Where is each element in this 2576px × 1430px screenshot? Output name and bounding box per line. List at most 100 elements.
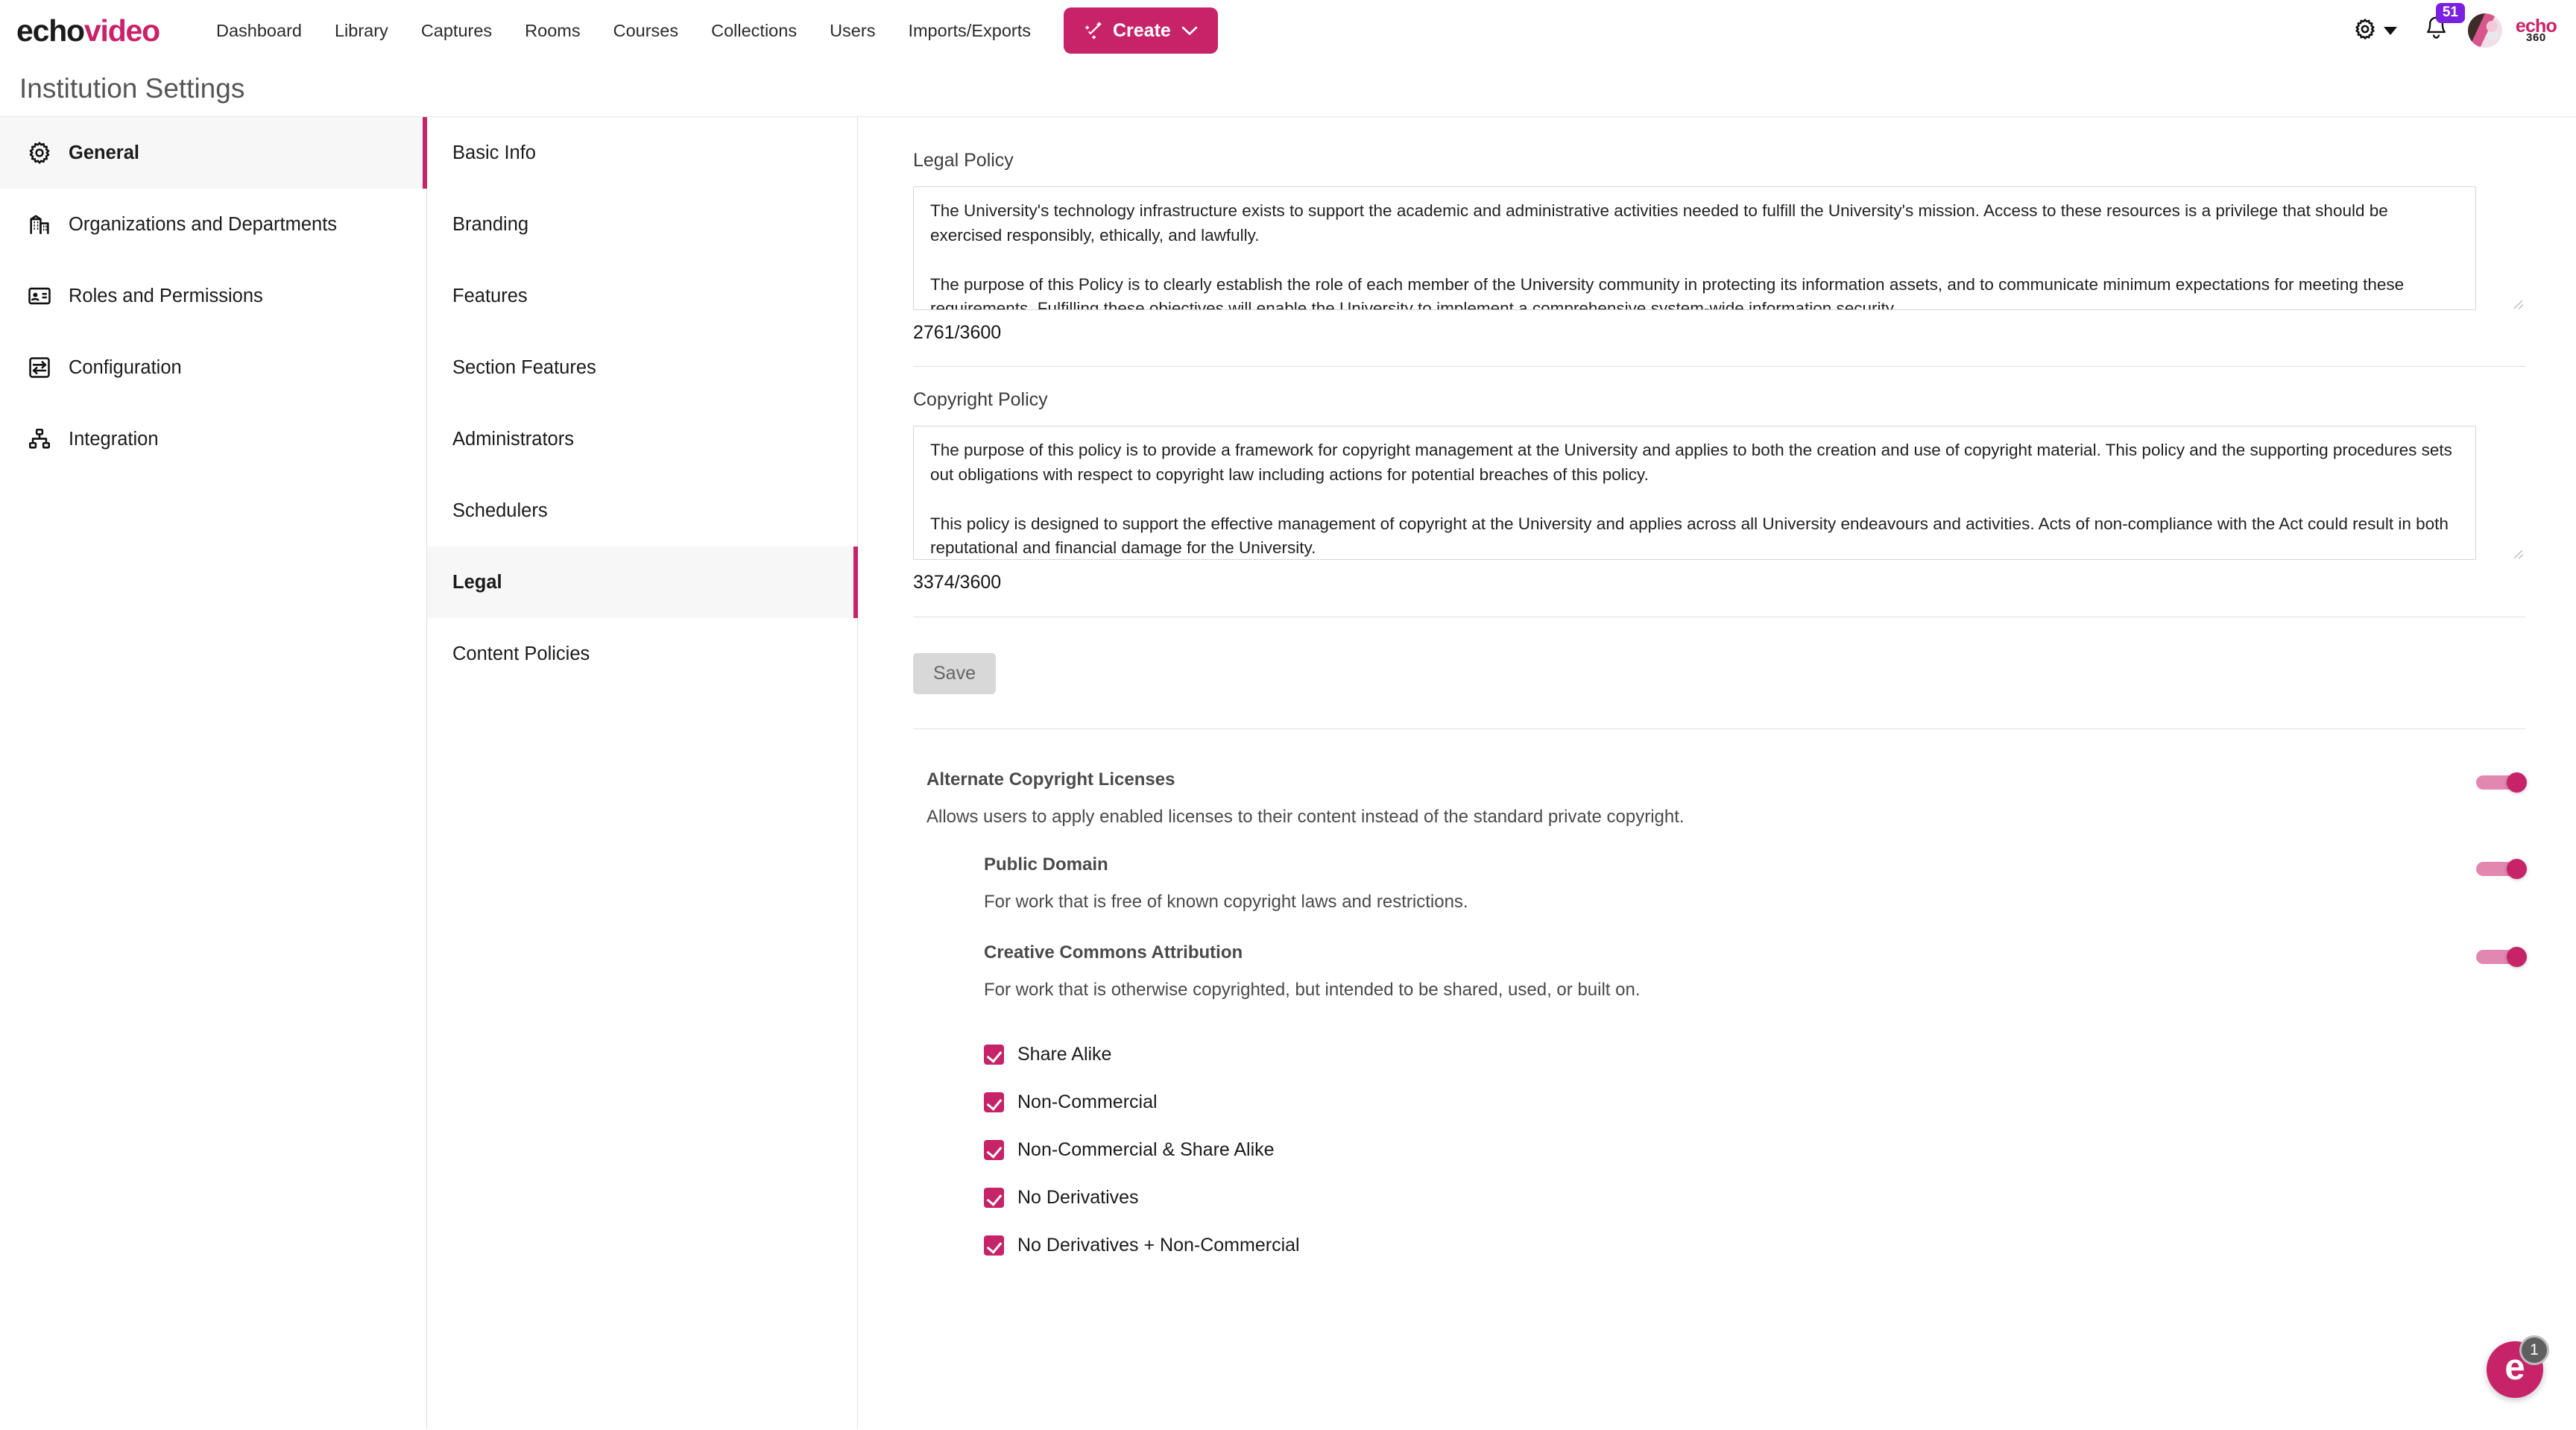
create-button-label: Create bbox=[1113, 19, 1171, 41]
subnav-item-legal[interactable]: Legal bbox=[427, 547, 858, 618]
subnav-item-label: Schedulers bbox=[452, 500, 548, 521]
public-domain-title: Public Domain bbox=[984, 854, 1108, 875]
subnav-item-label: Administrators bbox=[452, 428, 574, 450]
nav-item-users[interactable]: Users bbox=[813, 0, 891, 61]
subnav-item-label: Content Policies bbox=[452, 643, 590, 664]
checkbox-no-derivatives[interactable] bbox=[984, 1187, 1004, 1208]
toggle-thumb bbox=[2507, 859, 2527, 879]
list-item[interactable]: Non-Commercial & Share Alike bbox=[984, 1126, 2527, 1174]
checkbox-share-alike[interactable] bbox=[984, 1044, 1004, 1065]
subnav-item-label: Branding bbox=[452, 213, 529, 235]
resize-handle-icon[interactable] bbox=[2512, 295, 2524, 307]
nav-item-captures[interactable]: Captures bbox=[405, 0, 508, 61]
sidebar-item-organizations-and-departments[interactable]: Organizations and Departments bbox=[0, 189, 426, 260]
sidebar-item-integration[interactable]: Integration bbox=[0, 403, 426, 475]
page-header: Institution Settings bbox=[0, 61, 2576, 117]
toggle-thumb bbox=[2507, 772, 2527, 793]
subnav-item-schedulers[interactable]: Schedulers bbox=[427, 475, 857, 547]
notifications-button[interactable]: 51 bbox=[2405, 3, 2465, 46]
bell-icon bbox=[2424, 16, 2449, 45]
alternate-licenses-description: Allows users to apply enabled licenses t… bbox=[926, 807, 1685, 827]
sidebar-item-label: General bbox=[69, 142, 139, 163]
help-widget-badge: 1 bbox=[2519, 1335, 2549, 1365]
checkbox-label: Share Alike bbox=[1017, 1043, 1112, 1065]
topbar-right-cluster: 51 echo 360 bbox=[2346, 3, 2557, 48]
top-navigation-bar: echovideo Dashboard Library Captures Roo… bbox=[0, 0, 2576, 61]
gear-icon bbox=[2353, 17, 2377, 45]
checkbox-label: No Derivatives bbox=[1017, 1186, 1139, 1208]
sidebar-item-roles-and-permissions[interactable]: Roles and Permissions bbox=[0, 260, 426, 332]
nav-item-collections[interactable]: Collections bbox=[695, 0, 813, 61]
public-domain-texts: Public Domain For work that is free of k… bbox=[913, 854, 1468, 913]
notification-count-badge: 51 bbox=[2435, 3, 2465, 23]
subnav-item-label: Section Features bbox=[452, 356, 596, 378]
nav-item-library[interactable]: Library bbox=[318, 0, 405, 61]
public-domain-row: Public Domain For work that is free of k… bbox=[913, 854, 2527, 913]
legal-policy-label: Legal Policy bbox=[913, 150, 1014, 171]
echovideo-logo[interactable]: echovideo bbox=[16, 13, 160, 48]
public-domain-toggle[interactable] bbox=[2476, 859, 2527, 879]
help-widget-button[interactable]: e 1 bbox=[2487, 1335, 2549, 1398]
sidebar-item-configuration[interactable]: Configuration bbox=[0, 332, 426, 403]
page-title: Institution Settings bbox=[19, 73, 245, 104]
legal-policy-textarea[interactable] bbox=[913, 186, 2476, 310]
subnav-item-label: Legal bbox=[452, 571, 502, 593]
list-item[interactable]: No Derivatives + Non-Commercial bbox=[984, 1221, 2527, 1269]
public-domain-description: For work that is free of known copyright… bbox=[984, 892, 1468, 912]
legal-policy-char-counter: 2761/3600 bbox=[913, 322, 1002, 343]
checkbox-label: Non-Commercial & Share Alike bbox=[1017, 1138, 1275, 1160]
subnav-item-administrators[interactable]: Administrators bbox=[427, 403, 857, 475]
sidebar-item-label: Configuration bbox=[69, 356, 182, 378]
creative-commons-toggle[interactable] bbox=[2476, 947, 2527, 967]
chevron-down-icon bbox=[1181, 25, 1199, 37]
building-icon bbox=[27, 212, 52, 237]
alternate-licenses-toggle[interactable] bbox=[2476, 772, 2527, 793]
checkbox-non-commercial[interactable] bbox=[984, 1092, 1004, 1112]
page-shell: General Organizations and Departments Ro… bbox=[0, 117, 2576, 1429]
settings-menu-button[interactable] bbox=[2346, 17, 2405, 45]
alternate-licenses-texts: Alternate Copyright Licenses Allows user… bbox=[913, 769, 1685, 828]
subnav-item-branding[interactable]: Branding bbox=[427, 189, 857, 260]
subnav-item-content-policies[interactable]: Content Policies bbox=[427, 618, 857, 690]
sidebar-item-general[interactable]: General bbox=[0, 117, 427, 189]
list-item[interactable]: Share Alike bbox=[984, 1030, 2527, 1078]
logo-primary-text: echo bbox=[16, 13, 85, 48]
create-button[interactable]: Create bbox=[1064, 7, 1218, 54]
copyright-policy-char-counter: 3374/3600 bbox=[913, 572, 1002, 593]
subnav-item-section-features[interactable]: Section Features bbox=[427, 332, 857, 403]
main-nav: Dashboard Library Captures Rooms Courses… bbox=[200, 0, 1047, 61]
settings-subnav: Basic Info Branding Features Section Fea… bbox=[427, 117, 858, 1429]
copyright-policy-textarea[interactable] bbox=[913, 426, 2476, 560]
copyright-policy-field bbox=[913, 426, 2527, 560]
checkbox-no-derivatives-non-commercial[interactable] bbox=[984, 1235, 1004, 1256]
nav-item-courses[interactable]: Courses bbox=[597, 0, 695, 61]
echo360-logo[interactable]: echo 360 bbox=[2516, 16, 2557, 43]
gear-icon bbox=[27, 140, 52, 166]
nav-item-rooms[interactable]: Rooms bbox=[508, 0, 596, 61]
settings-sidebar: General Organizations and Departments Ro… bbox=[0, 117, 427, 1429]
checkbox-label: Non-Commercial bbox=[1017, 1091, 1158, 1112]
subnav-item-features[interactable]: Features bbox=[427, 260, 857, 332]
id-card-icon bbox=[27, 283, 52, 309]
alternate-licenses-title: Alternate Copyright Licenses bbox=[926, 769, 1175, 790]
creative-commons-title: Creative Commons Attribution bbox=[984, 942, 1243, 963]
resize-handle-icon[interactable] bbox=[2512, 545, 2524, 557]
legal-policy-field bbox=[913, 186, 2527, 310]
list-item[interactable]: Non-Commercial bbox=[984, 1078, 2527, 1126]
list-item[interactable]: No Derivatives bbox=[984, 1174, 2527, 1221]
sidebar-item-label: Integration bbox=[69, 428, 159, 450]
sitemap-icon bbox=[27, 426, 52, 452]
subnav-item-basic-info[interactable]: Basic Info bbox=[427, 117, 857, 189]
nav-item-imports-exports[interactable]: Imports/Exports bbox=[891, 0, 1047, 61]
checkbox-non-commercial-share-alike[interactable] bbox=[984, 1139, 1004, 1160]
divider bbox=[913, 728, 2525, 729]
save-row: Save bbox=[913, 617, 2527, 694]
save-button[interactable]: Save bbox=[913, 653, 996, 694]
creative-commons-attribution-row: Creative Commons Attribution For work th… bbox=[913, 942, 2527, 1001]
avatar[interactable] bbox=[2467, 13, 2502, 48]
legal-settings-panel: Legal Policy 2761/3600 Copyright Policy … bbox=[858, 117, 2576, 1429]
settings-caret-icon bbox=[2383, 26, 2397, 35]
nav-item-dashboard[interactable]: Dashboard bbox=[200, 0, 318, 61]
sliders-icon bbox=[27, 355, 52, 380]
copyright-policy-label: Copyright Policy bbox=[913, 389, 1048, 410]
